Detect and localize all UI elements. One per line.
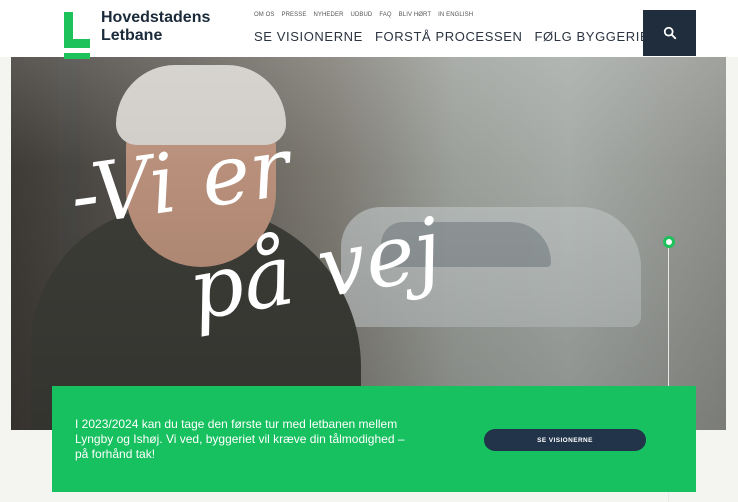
topnav-faq[interactable]: FAQ — [379, 12, 391, 18]
topnav-udbud[interactable]: UDBUD — [351, 12, 373, 18]
topnav-bliv-hort[interactable]: BLIV HØRT — [399, 12, 431, 18]
site-header: Hovedstadens Letbane OM OS PRESSE NYHEDE… — [0, 0, 738, 60]
banner-text: I 2023/2024 kan du tage den første tur m… — [75, 417, 405, 461]
info-banner: I 2023/2024 kan du tage den første tur m… — [52, 386, 696, 492]
mainnav-se-visionerne[interactable]: SE VISIONERNE — [254, 29, 363, 44]
hero-script-headline: -Vi er på vej — [75, 120, 435, 340]
topnav-om-os[interactable]: OM OS — [254, 12, 275, 18]
hero-script-line1: -Vi er — [75, 120, 300, 245]
utility-nav: OM OS PRESSE NYHEDER UDBUD FAQ BLIV HØRT… — [254, 12, 473, 18]
timeline-dot[interactable] — [663, 236, 675, 248]
topnav-presse[interactable]: PRESSE — [282, 12, 307, 18]
logo-wordmark[interactable]: Hovedstadens Letbane — [101, 9, 210, 45]
logo-line1: Hovedstadens — [101, 9, 211, 26]
page: -Vi er på vej Hovedstadens Letbane OM OS… — [0, 0, 738, 502]
mainnav-forsta-processen[interactable]: FORSTÅ PROCESSEN — [375, 29, 523, 44]
search-button[interactable] — [643, 10, 696, 56]
search-icon — [663, 26, 676, 40]
logo-line2: Letbane — [101, 27, 163, 44]
logo-icon[interactable] — [64, 12, 90, 60]
topnav-nyheder[interactable]: NYHEDER — [313, 12, 343, 18]
main-nav: SE VISIONERNE FORSTÅ PROCESSEN FØLG BYGG… — [254, 29, 658, 44]
topnav-in-english[interactable]: IN ENGLISH — [438, 12, 473, 18]
mainnav-folg-byggeriet[interactable]: FØLG BYGGERIET — [535, 29, 658, 44]
se-visionerne-button[interactable]: SE VISIONERNE — [484, 429, 646, 451]
